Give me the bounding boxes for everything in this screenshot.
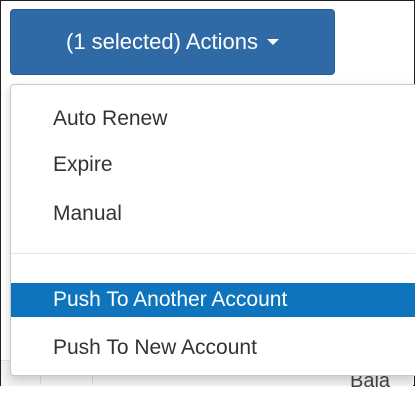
actions-button-label: (1 selected) Actions [66, 29, 258, 54]
menu-item-auto-renew[interactable]: Auto Renew [11, 102, 415, 136]
caret-down-icon [266, 39, 279, 45]
menu-item-push-to-new-account[interactable]: Push To New Account [11, 331, 415, 365]
menu-item-label: Push To New Account [53, 336, 257, 359]
menu-divider [11, 253, 415, 254]
menu-item-expire[interactable]: Expire [11, 148, 415, 182]
actions-dropdown-button[interactable]: (1 selected) Actions [10, 9, 335, 75]
menu-item-push-to-another-account[interactable]: Push To Another Account [11, 283, 415, 317]
actions-dropdown-menu: Auto Renew Expire Manual Push To Another… [10, 84, 415, 376]
menu-item-manual[interactable]: Manual [11, 197, 415, 231]
menu-item-label: Expire [53, 153, 113, 176]
menu-item-label: Auto Renew [53, 107, 168, 130]
menu-item-label: Manual [53, 202, 122, 225]
menu-item-label: Push To Another Account [53, 288, 288, 311]
